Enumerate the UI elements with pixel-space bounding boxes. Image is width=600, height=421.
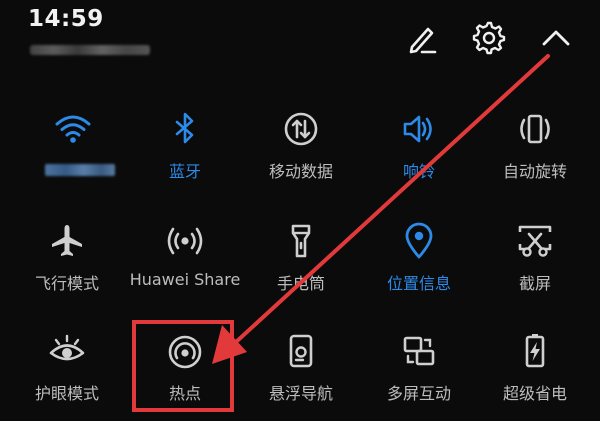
hotspot-icon [166, 332, 204, 370]
location-pin-icon [400, 222, 438, 260]
settings-button[interactable] [470, 20, 506, 56]
carrier-name-redacted [30, 45, 150, 55]
gear-icon [472, 21, 506, 55]
status-bar: 14:59 [0, 0, 600, 80]
huawei-share-icon [166, 222, 204, 260]
wifi-icon [54, 110, 92, 148]
tile-label: 超级省电 [502, 384, 567, 403]
mobile-data-icon [282, 110, 320, 148]
auto-rotate-icon [516, 110, 554, 148]
wifi-network-name-redacted [45, 164, 115, 176]
pencil-icon [409, 27, 437, 54]
speaker-icon [400, 110, 438, 148]
tile-label: 截屏 [518, 274, 551, 293]
tile-battery-saver[interactable]: 超级省电 [470, 332, 600, 412]
bluetooth-icon [166, 110, 204, 148]
edit-button[interactable] [404, 20, 440, 56]
tile-label: 自动旋转 [502, 162, 567, 181]
floating-nav-icon [282, 332, 320, 370]
tile-auto-rotate[interactable]: 自动旋转 [470, 110, 600, 190]
chevron-up-icon [542, 30, 570, 46]
battery-saver-icon [516, 332, 554, 370]
airplane-icon [48, 222, 86, 260]
clock: 14:59 [28, 6, 104, 32]
multi-screen-icon [400, 332, 438, 370]
flashlight-icon [282, 222, 320, 260]
tile-airplane-mode[interactable]: 飞行模式 [2, 222, 132, 302]
tile-screenshot[interactable]: 截屏 [470, 222, 600, 302]
eye-icon [48, 332, 86, 370]
collapse-button[interactable] [538, 20, 574, 56]
screenshot-icon [516, 222, 554, 260]
